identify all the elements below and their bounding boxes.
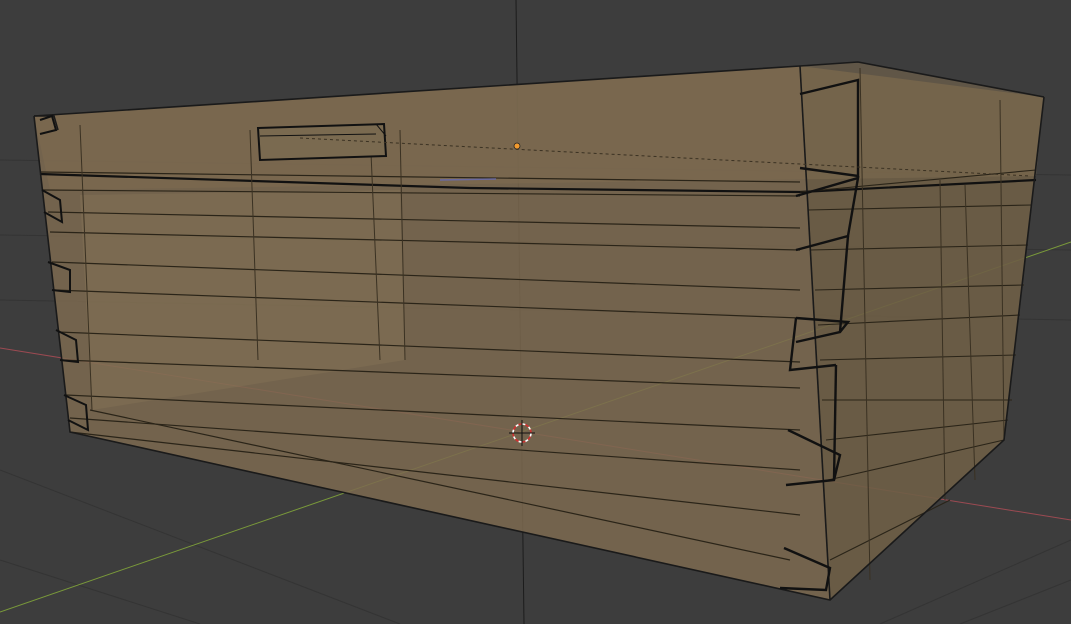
object-origin-point[interactable]: [513, 142, 521, 150]
3d-viewport[interactable]: [0, 0, 1071, 624]
viewport-canvas[interactable]: [0, 0, 1071, 624]
box-mesh[interactable]: [33, 61, 1045, 601]
selected-edge-fragment: [439, 178, 497, 181]
lid-latch[interactable]: [256, 122, 388, 162]
box-top-face[interactable]: [34, 62, 1044, 190]
